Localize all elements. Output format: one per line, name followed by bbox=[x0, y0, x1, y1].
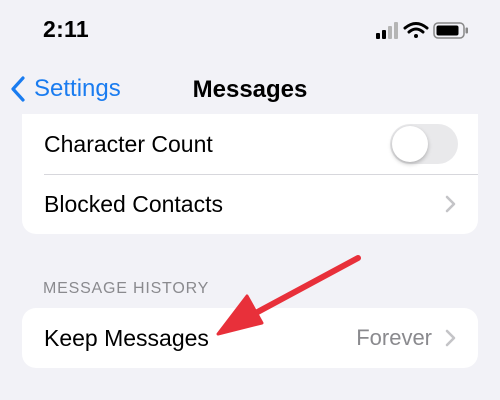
message-history-group: Keep Messages Forever bbox=[22, 308, 478, 368]
character-count-label: Character Count bbox=[44, 130, 213, 157]
status-icons bbox=[374, 20, 474, 40]
blocked-contacts-row[interactable]: Blocked Contacts bbox=[22, 174, 478, 234]
back-button[interactable]: Settings bbox=[10, 72, 121, 106]
back-button-label: Settings bbox=[34, 75, 121, 102]
chevron-right-icon bbox=[445, 329, 456, 347]
message-history-header: MESSAGE HISTORY bbox=[43, 280, 210, 297]
wifi-icon bbox=[403, 22, 429, 38]
cellular-signal-icon bbox=[376, 22, 398, 39]
keep-messages-value: Forever bbox=[356, 325, 432, 350]
keep-messages-row[interactable]: Keep Messages Forever bbox=[22, 308, 478, 368]
keep-messages-label: Keep Messages bbox=[44, 324, 209, 351]
navigation-bar: Messages Settings bbox=[0, 64, 500, 114]
blocked-contacts-label: Blocked Contacts bbox=[44, 190, 223, 217]
character-count-toggle[interactable] bbox=[390, 124, 458, 164]
chevron-left-icon bbox=[11, 76, 25, 102]
status-time: 2:11 bbox=[43, 16, 89, 42]
toggle-knob bbox=[392, 126, 428, 162]
battery-icon bbox=[433, 22, 468, 39]
character-count-row: Character Count bbox=[22, 114, 478, 174]
chevron-right-icon bbox=[445, 195, 456, 213]
settings-group: Character Count Blocked Contacts bbox=[22, 114, 478, 234]
status-bar: 2:11 bbox=[0, 0, 500, 60]
